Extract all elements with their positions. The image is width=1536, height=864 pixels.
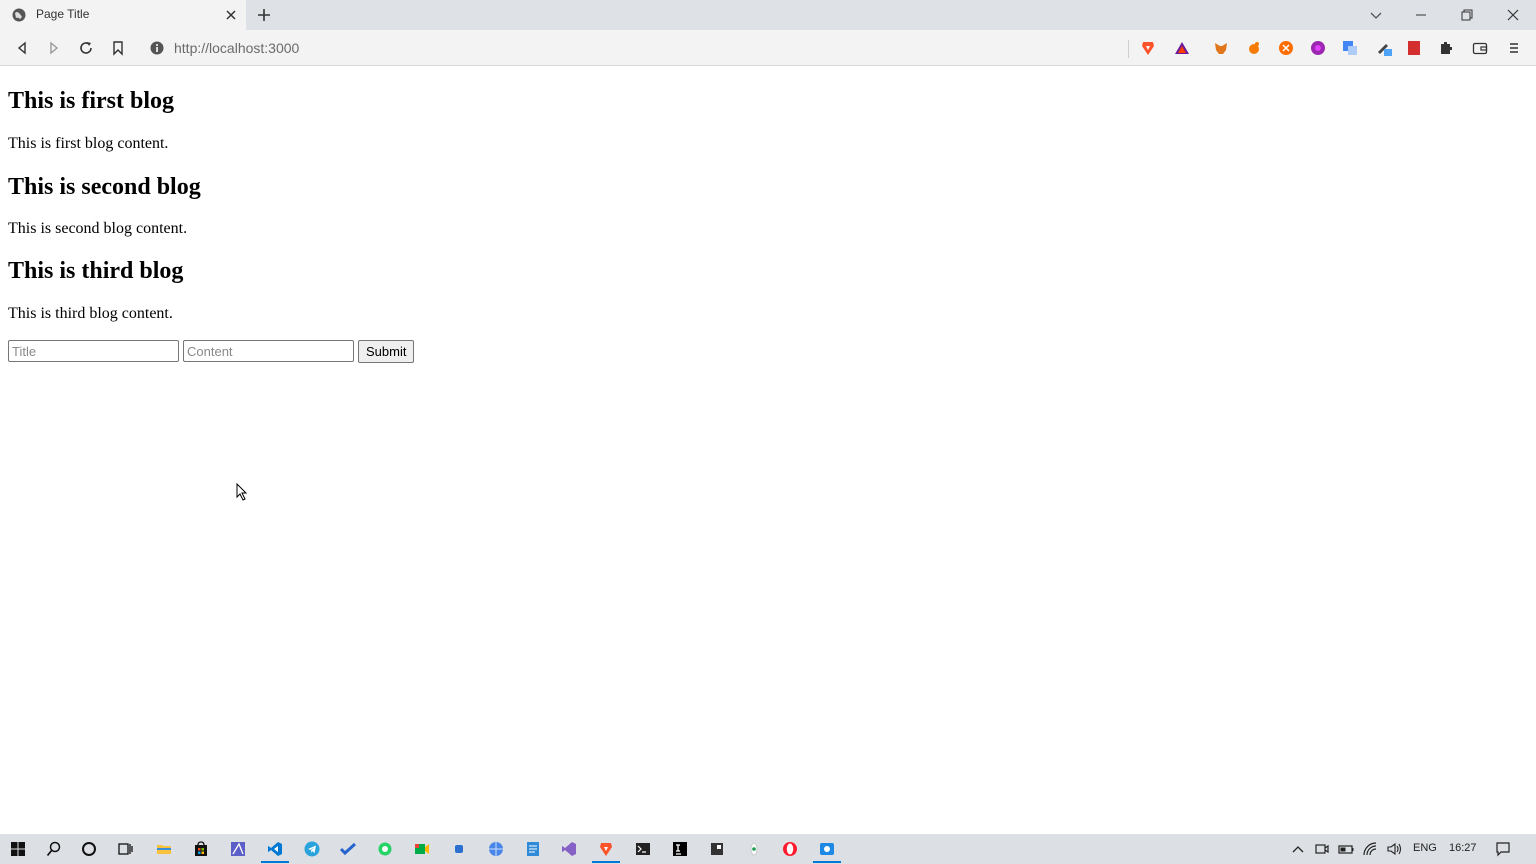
- blog-title: This is first blog: [8, 88, 175, 114]
- translate-icon[interactable]: [1342, 40, 1358, 56]
- site-info-icon[interactable]: [150, 41, 164, 55]
- browser-toolbar: http://localhost:3000: [0, 30, 1536, 66]
- active-app-indicator: [592, 861, 620, 863]
- tab-search-chevron-icon[interactable]: [1368, 7, 1384, 23]
- browser-globe-icon[interactable]: [488, 841, 504, 857]
- toolbar-divider: [1128, 40, 1129, 58]
- blog-content: This is third blog content.: [8, 305, 173, 322]
- notepad-icon[interactable]: [525, 841, 541, 857]
- bookmark-icon[interactable]: [110, 40, 126, 56]
- extension-purple-icon[interactable]: [1310, 40, 1326, 56]
- intellij-icon[interactable]: [672, 841, 688, 857]
- cortana-icon[interactable]: [81, 841, 97, 857]
- app-green-dot-icon[interactable]: [746, 841, 762, 857]
- title-input[interactable]: [8, 340, 179, 362]
- chevron-up-icon[interactable]: [1290, 841, 1306, 857]
- photo-app-icon[interactable]: [230, 841, 246, 857]
- back-icon[interactable]: [14, 40, 30, 56]
- extension-flame-icon[interactable]: [1246, 40, 1262, 56]
- notifications-icon[interactable]: [1495, 841, 1511, 857]
- volume-icon[interactable]: [1386, 841, 1402, 857]
- browser-tab[interactable]: Page Title: [0, 0, 246, 30]
- vscode-icon[interactable]: [267, 841, 283, 857]
- submit-button[interactable]: Submit: [358, 339, 415, 363]
- blog-title: This is third blog: [8, 258, 184, 284]
- restore-icon[interactable]: [1459, 7, 1475, 23]
- wallet-icon[interactable]: [1472, 40, 1488, 56]
- battery-icon[interactable]: [1338, 841, 1354, 857]
- app-blue-icon[interactable]: [451, 841, 467, 857]
- address-bar[interactable]: http://localhost:3000: [174, 40, 299, 56]
- globe-icon: [12, 8, 26, 22]
- menu-icon[interactable]: [1506, 40, 1522, 56]
- reload-icon[interactable]: [78, 40, 94, 56]
- clock[interactable]: 16:27: [1449, 842, 1477, 854]
- file-explorer-icon[interactable]: [156, 841, 172, 857]
- taskbar: ENG 16:27: [0, 834, 1536, 864]
- brave-shield-icon[interactable]: [1140, 40, 1156, 56]
- extensions-puzzle-icon[interactable]: [1438, 40, 1454, 56]
- extension-pen-icon[interactable]: [1376, 40, 1392, 56]
- close-window-icon[interactable]: [1505, 7, 1521, 23]
- meet-now-icon[interactable]: [1314, 841, 1330, 857]
- content-input[interactable]: [183, 340, 354, 362]
- blog-content: This is first blog content.: [8, 135, 169, 152]
- browser-tab-bar: Page Title: [0, 0, 1536, 30]
- wifi-icon[interactable]: [1362, 841, 1378, 857]
- windows-start-icon[interactable]: [10, 841, 26, 857]
- minimize-icon[interactable]: [1413, 7, 1429, 23]
- forward-icon[interactable]: [46, 40, 62, 56]
- visual-studio-icon[interactable]: [561, 841, 577, 857]
- new-tab-icon[interactable]: [256, 7, 272, 23]
- brave-rewards-icon[interactable]: [1174, 40, 1190, 56]
- blog-title: This is second blog: [8, 174, 201, 200]
- meet-icon[interactable]: [414, 841, 430, 857]
- opera-icon[interactable]: [782, 841, 798, 857]
- mouse-cursor-icon: [236, 483, 248, 501]
- telegram-icon[interactable]: [304, 841, 320, 857]
- store-icon[interactable]: [193, 841, 209, 857]
- blog-content: This is second blog content.: [8, 220, 188, 237]
- app-dark-icon[interactable]: [709, 841, 725, 857]
- todo-icon[interactable]: [340, 841, 356, 857]
- tab-title: Page Title: [36, 7, 90, 21]
- search-icon[interactable]: [46, 841, 62, 857]
- screen-recorder-icon[interactable]: [819, 841, 835, 857]
- active-app-indicator: [261, 861, 289, 863]
- active-app-indicator: [813, 861, 841, 863]
- close-tab-icon[interactable]: [224, 8, 238, 22]
- language-indicator[interactable]: ENG: [1413, 842, 1437, 854]
- extension-red-icon[interactable]: [1406, 40, 1422, 56]
- extension-orange-icon[interactable]: [1278, 40, 1294, 56]
- task-view-icon[interactable]: [117, 841, 133, 857]
- new-blog-form: Submit: [8, 339, 415, 363]
- brave-browser-icon[interactable]: [598, 841, 614, 857]
- whatsapp-icon[interactable]: [377, 841, 393, 857]
- page-content: This is first blog This is first blog co…: [0, 67, 1536, 834]
- metamask-icon[interactable]: [1213, 40, 1229, 56]
- terminal-icon[interactable]: [635, 841, 651, 857]
